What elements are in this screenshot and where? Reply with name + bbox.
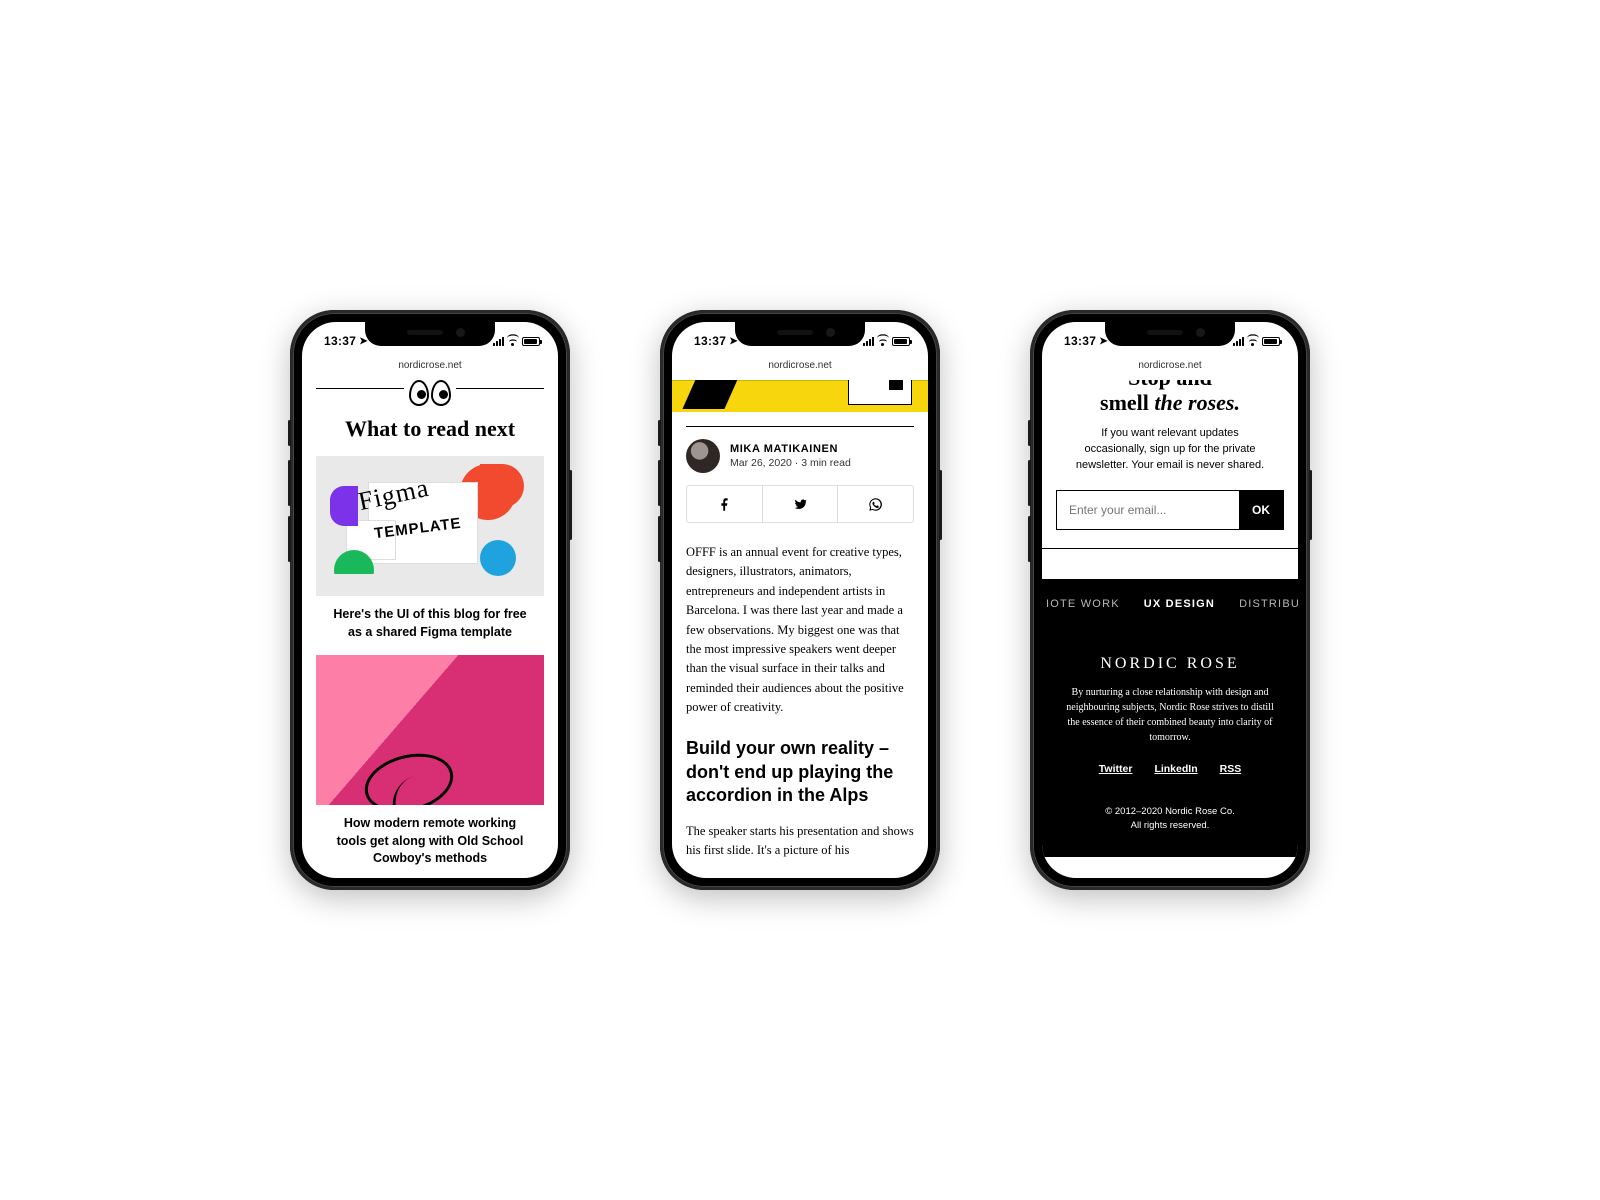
signal-icon <box>1233 337 1244 346</box>
share-twitter-button[interactable] <box>763 486 839 522</box>
battery-icon <box>892 337 910 346</box>
notch <box>735 322 865 346</box>
url-bar[interactable]: nordicrose.net <box>1042 360 1298 380</box>
url-bar[interactable]: nordicrose.net <box>302 360 558 380</box>
article-subheading: Build your own reality – don't end up pl… <box>686 737 914 807</box>
divider <box>1042 548 1298 549</box>
notch <box>1105 322 1235 346</box>
article-title: How modern remote working tools get alon… <box>328 815 532 868</box>
tag-item[interactable]: DISTRIBUTED T <box>1239 598 1298 610</box>
hero-image-strip <box>672 380 928 412</box>
article-card-2[interactable]: How modern remote working tools get alon… <box>316 655 544 868</box>
wifi-icon <box>877 337 889 346</box>
article-thumbnail: Figma TEMPLATE <box>316 456 544 596</box>
share-whatsapp-button[interactable] <box>838 486 913 522</box>
article-card-1[interactable]: Figma TEMPLATE Here's the UI of this blo… <box>316 456 544 641</box>
share-row <box>686 485 914 523</box>
footer: NORDIC ROSE By nurturing a close relatio… <box>1042 629 1298 858</box>
twitter-link[interactable]: Twitter <box>1099 763 1133 775</box>
article-title: Here's the UI of this blog for free as a… <box>328 606 532 641</box>
tag-marquee[interactable]: IOTE WORK UX DESIGN DISTRIBUTED T <box>1042 579 1298 629</box>
status-time: 13:37 <box>694 334 726 348</box>
status-time: 13:37 <box>1064 334 1096 348</box>
email-input[interactable] <box>1057 491 1239 529</box>
share-facebook-button[interactable] <box>687 486 763 522</box>
battery-icon <box>1262 337 1280 346</box>
linkedin-link[interactable]: LinkedIn <box>1154 763 1197 775</box>
url-bar[interactable]: nordicrose.net <box>672 360 928 380</box>
brand-wordmark: NORDIC ROSE <box>1062 655 1278 673</box>
author-name: MIKA MATIKAINEN <box>730 443 851 455</box>
eyes-divider <box>316 380 544 410</box>
article-thumbnail <box>316 655 544 805</box>
wifi-icon <box>507 337 519 346</box>
footer-links: Twitter LinkedIn RSS <box>1062 763 1278 775</box>
phone-mockup-3: 13:37➤ nordicrose.net Stop and smell the… <box>1030 310 1310 890</box>
twitter-icon <box>793 497 808 512</box>
signal-icon <box>493 337 504 346</box>
facebook-icon <box>717 497 732 512</box>
phone-mockup-1: 13:37➤ nordicrose.net What to read next <box>290 310 570 890</box>
newsletter-description: If you want relevant updates occasionall… <box>1072 426 1268 474</box>
email-signup-form: OK <box>1056 490 1284 530</box>
rss-link[interactable]: RSS <box>1220 763 1242 775</box>
author-meta: Mar 26, 2020 · 3 min read <box>730 457 851 469</box>
eye-icon <box>409 380 429 406</box>
read-next-heading: What to read next <box>316 416 544 442</box>
article-paragraph: The speaker starts his presentation and … <box>686 822 914 858</box>
battery-icon <box>522 337 540 346</box>
wifi-icon <box>1247 337 1259 346</box>
notch <box>365 322 495 346</box>
submit-button[interactable]: OK <box>1239 491 1283 529</box>
divider <box>686 426 914 427</box>
newsletter-heading: Stop and smell the roses. <box>1056 380 1284 416</box>
phone-mockup-2: 13:37➤ nordicrose.net MIKA MATIKAINEN <box>660 310 940 890</box>
signal-icon <box>863 337 874 346</box>
copyright: © 2012–2020 Nordic Rose Co. All rights r… <box>1062 805 1278 834</box>
tag-item[interactable]: IOTE WORK <box>1046 598 1120 610</box>
avatar <box>686 439 720 473</box>
article-paragraph: OFFF is an annual event for creative typ… <box>686 543 914 717</box>
eye-icon <box>431 380 451 406</box>
author-byline[interactable]: MIKA MATIKAINEN Mar 26, 2020 · 3 min rea… <box>686 439 914 473</box>
footer-description: By nurturing a close relationship with d… <box>1062 685 1278 745</box>
whatsapp-icon <box>868 497 883 512</box>
tag-item-active[interactable]: UX DESIGN <box>1144 598 1215 610</box>
status-time: 13:37 <box>324 334 356 348</box>
